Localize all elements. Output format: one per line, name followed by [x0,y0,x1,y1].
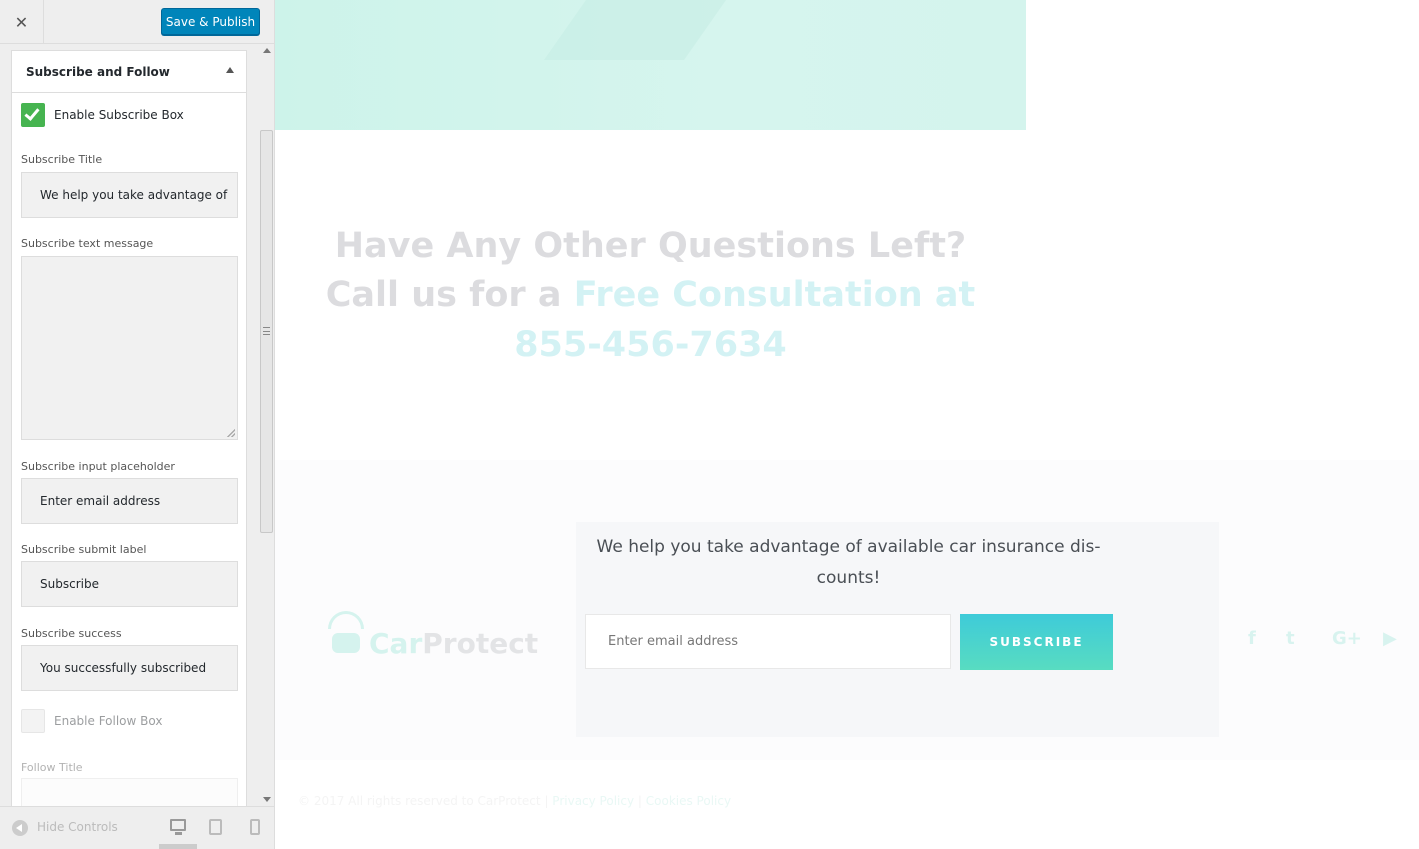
subscribe-email-input[interactable]: Enter email address [585,614,951,669]
copyright-separator: | [634,794,646,808]
google-plus-icon[interactable]: G+ [1332,628,1362,649]
enable-subscribe-checkbox[interactable] [21,103,45,127]
subscribe-title-label: Subscribe Title [21,153,103,166]
hero-image [275,0,1026,130]
scroll-grip-icon [263,327,270,335]
facebook-icon[interactable]: f [1248,628,1256,649]
logo-text[interactable]: CarProtect [369,627,538,660]
logo-text-car: Car [369,627,423,660]
subscribe-placeholder-input[interactable]: Enter email address [21,478,238,524]
subscribe-follow-section: Subscribe and Follow Enable Subscribe Bo… [11,50,247,810]
resize-grip-icon[interactable] [227,429,235,437]
site-preview: Have Any Other Questions Left? Call us f… [275,0,1419,849]
enable-subscribe-label: Enable Subscribe Box [54,108,184,122]
enable-follow-checkbox[interactable] [21,709,45,733]
subscribe-submit-input[interactable]: Subscribe [21,561,238,607]
subscribe-submit-label: Subscribe submit label [21,543,147,556]
desktop-icon[interactable] [170,819,186,835]
subscribe-text-textarea[interactable] [21,256,238,440]
cta-phone[interactable]: 855-456-7634 [275,325,1026,365]
cookies-policy-link[interactable]: Cookies Policy [646,794,731,808]
copyright-separator: | [540,794,553,808]
panel-header: ✕ Save & Publish [0,0,274,44]
scroll-up-arrow-icon[interactable] [263,48,271,53]
cta-line-2-plain: Call us for a [325,275,574,315]
copyright-text: © 2017 All rights reserved to CarProtect [298,794,541,808]
cta-line-1: Have Any Other Questions Left? [334,226,967,266]
subscribe-placeholder-label: Subscribe input placeholder [21,460,175,473]
subscribe-title: We help you take advantage of available … [596,537,1101,588]
copyright-line: © 2017 All rights reserved to CarProtect… [298,794,731,808]
save-publish-button[interactable]: Save & Publish [161,8,260,35]
panel-footer: Hide Controls [0,806,274,849]
logo-text-protect: Protect [422,627,539,660]
subscribe-success-label: Subscribe success [21,627,122,640]
enable-follow-label: Enable Follow Box [54,714,163,728]
collapse-arrow-icon[interactable] [226,67,234,73]
mobile-icon[interactable] [250,819,260,835]
car-icon [332,633,360,653]
hero-shape [543,0,727,60]
scroll-down-arrow-icon[interactable] [263,797,271,802]
subscribe-button[interactable]: SUBSCRIBE [960,614,1113,670]
checkmark-icon [24,105,40,121]
tablet-icon[interactable] [209,819,222,835]
umbrella-icon [328,611,364,629]
youtube-icon[interactable]: ▶ [1383,628,1397,649]
follow-title-label: Follow Title [21,761,83,774]
twitter-icon[interactable]: t [1286,628,1295,649]
cta-line-2-accent: Free Consultation at [573,275,976,315]
subscribe-text-label: Subscribe text message [21,237,154,250]
panel-scrollbar[interactable] [259,44,274,804]
active-device-indicator [159,844,197,849]
close-button[interactable]: ✕ [0,0,44,44]
scrollbar-thumb[interactable] [260,130,273,533]
customizer-panel: ✕ Save & Publish Subscribe and Follow En… [0,0,275,849]
hide-controls-label[interactable]: Hide Controls [37,820,118,834]
section-title: Subscribe and Follow [26,65,170,79]
logo-icon[interactable] [326,607,366,657]
subscribe-box: We help you take advantage of available … [576,522,1219,737]
subscribe-title-input[interactable]: We help you take advantage of [21,172,238,218]
close-icon: ✕ [14,12,29,32]
cta-line-2: Call us for a Free Consultation at [275,275,1026,315]
hide-controls-icon[interactable] [12,820,28,836]
privacy-policy-link[interactable]: Privacy Policy [552,794,634,808]
subscribe-success-input[interactable]: You successfully subscribed [21,645,238,691]
section-header[interactable]: Subscribe and Follow [12,51,246,93]
